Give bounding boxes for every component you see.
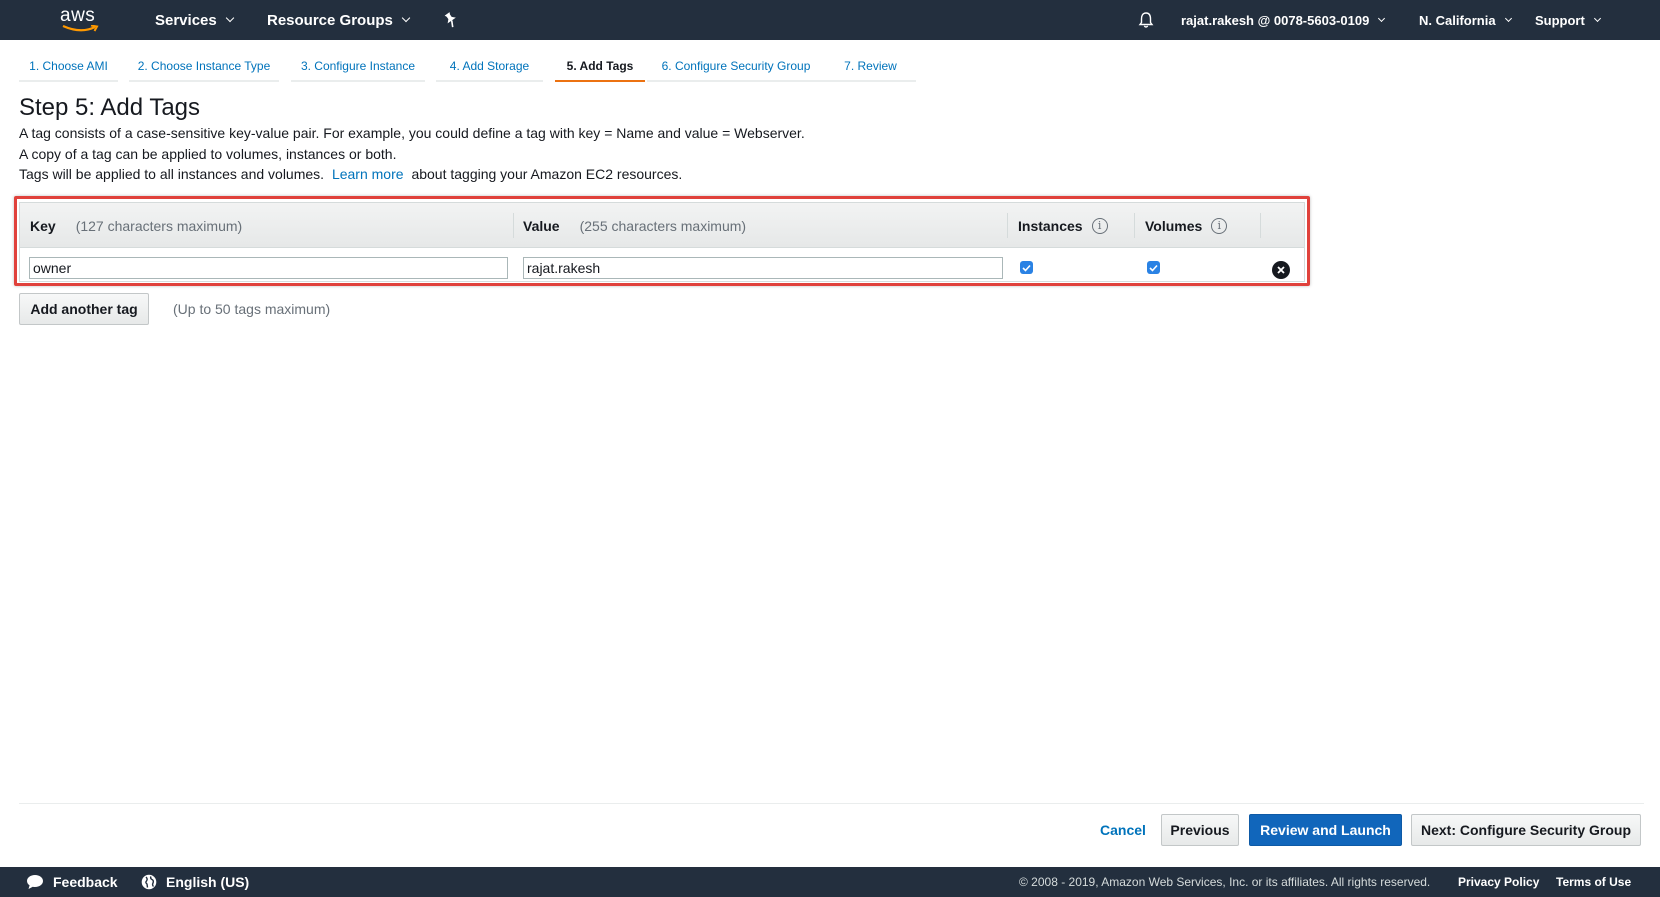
speech-bubble-icon [27,875,43,889]
column-volumes-label: Volumes [1145,217,1203,234]
column-value: Value (255 characters maximum) [523,203,746,248]
language-label: English (US) [166,874,250,890]
description-line-3-text: Tags will be applied to all instances an… [19,166,325,182]
tags-table-header: Key (127 characters maximum) Value (255 … [20,203,1304,248]
column-value-hint: (255 characters maximum) [579,217,747,234]
column-instances: Instances i [1018,203,1108,248]
services-label: Services [155,11,217,29]
tab-add-storage[interactable]: 4. Add Storage [436,52,543,82]
tab-choose-instance-type[interactable]: 2. Choose Instance Type [129,52,279,82]
column-value-label: Value [523,217,560,234]
tab-review[interactable]: 7. Review [825,52,916,82]
previous-button[interactable]: Previous [1161,814,1239,846]
column-divider [513,213,514,238]
next-configure-security-group-button[interactable]: Next: Configure Security Group [1411,814,1641,846]
divider [19,803,1644,804]
check-icon [1149,264,1158,272]
services-menu[interactable]: Services [155,0,234,40]
chevron-down-icon [401,13,411,23]
resource-groups-menu[interactable]: Resource Groups [267,0,411,40]
column-key: Key (127 characters maximum) [30,203,242,248]
globe-icon [141,874,157,890]
copyright-text: © 2008 - 2019, Amazon Web Services, Inc.… [1019,875,1431,889]
cancel-button[interactable]: Cancel [1100,822,1146,838]
support-label: Support [1535,12,1585,28]
table-row [20,249,1304,282]
aws-logo[interactable]: aws [60,4,104,36]
column-divider [1007,213,1008,238]
column-key-label: Key [30,217,56,234]
description-line-1: A tag consists of a case-sensitive key-v… [19,125,805,141]
column-volumes: Volumes i [1145,203,1228,248]
tag-key-input[interactable] [29,257,508,279]
region-menu[interactable]: N. California [1419,0,1512,40]
description-line-3: Tags will be applied to all instances an… [19,166,682,182]
remove-tag-icon[interactable] [1272,261,1290,279]
feedback-label: Feedback [53,874,118,890]
review-and-launch-button[interactable]: Review and Launch [1249,814,1402,846]
resource-groups-label: Resource Groups [267,11,393,29]
column-divider [1260,213,1261,238]
aws-smile-icon [62,25,99,32]
chevron-down-icon [1593,14,1601,22]
check-icon [1022,264,1031,272]
add-another-tag-button[interactable]: Add another tag [19,293,149,325]
tag-limit-note: (Up to 50 tags maximum) [173,301,331,317]
page-title: Step 5: Add Tags [19,94,201,121]
support-menu[interactable]: Support [1535,0,1601,40]
column-divider [1134,213,1135,238]
tags-table: Key (127 characters maximum) Value (255 … [19,202,1305,282]
description-line-2: A copy of a tag can be applied to volume… [19,146,397,162]
region-label: N. California [1419,12,1496,28]
instances-checkbox[interactable] [1020,261,1033,274]
info-icon[interactable]: i [1211,217,1228,234]
tab-choose-ami[interactable]: 1. Choose AMI [19,52,118,82]
tab-add-tags[interactable]: 5. Add Tags [555,52,645,82]
bottom-bar: Feedback English (US) © 2008 - 2019, Ama… [0,867,1660,897]
aws-logo-text: aws [60,5,96,26]
column-key-hint: (127 characters maximum) [75,217,243,234]
description-line-3-suffix: about tagging your Amazon EC2 resources. [411,166,683,182]
column-instances-label: Instances [1018,217,1083,234]
account-menu[interactable]: rajat.rakesh @ 0078-5603-0109 [1181,0,1386,40]
tab-configure-security-group[interactable]: 6. Configure Security Group [647,52,825,82]
privacy-policy-link[interactable]: Privacy Policy [1458,867,1539,897]
feedback-link[interactable]: Feedback [26,867,118,897]
info-icon[interactable]: i [1091,217,1108,234]
pin-icon[interactable] [443,0,457,40]
chevron-down-icon [225,13,234,23]
language-selector[interactable]: English (US) [141,867,249,897]
terms-of-use-link[interactable]: Terms of Use [1556,867,1631,897]
tab-configure-instance[interactable]: 3. Configure Instance [291,52,425,82]
chevron-down-icon [1378,14,1386,22]
chevron-down-icon [1504,14,1512,22]
top-navigation-bar: aws Services Resource Groups rajat.rakes… [0,0,1660,40]
account-label: rajat.rakesh @ 0078-5603-0109 [1181,12,1370,28]
tag-value-input[interactable] [523,257,1003,279]
bell-icon[interactable] [1138,0,1154,40]
volumes-checkbox[interactable] [1147,261,1160,274]
learn-more-link[interactable]: Learn more [332,166,404,182]
